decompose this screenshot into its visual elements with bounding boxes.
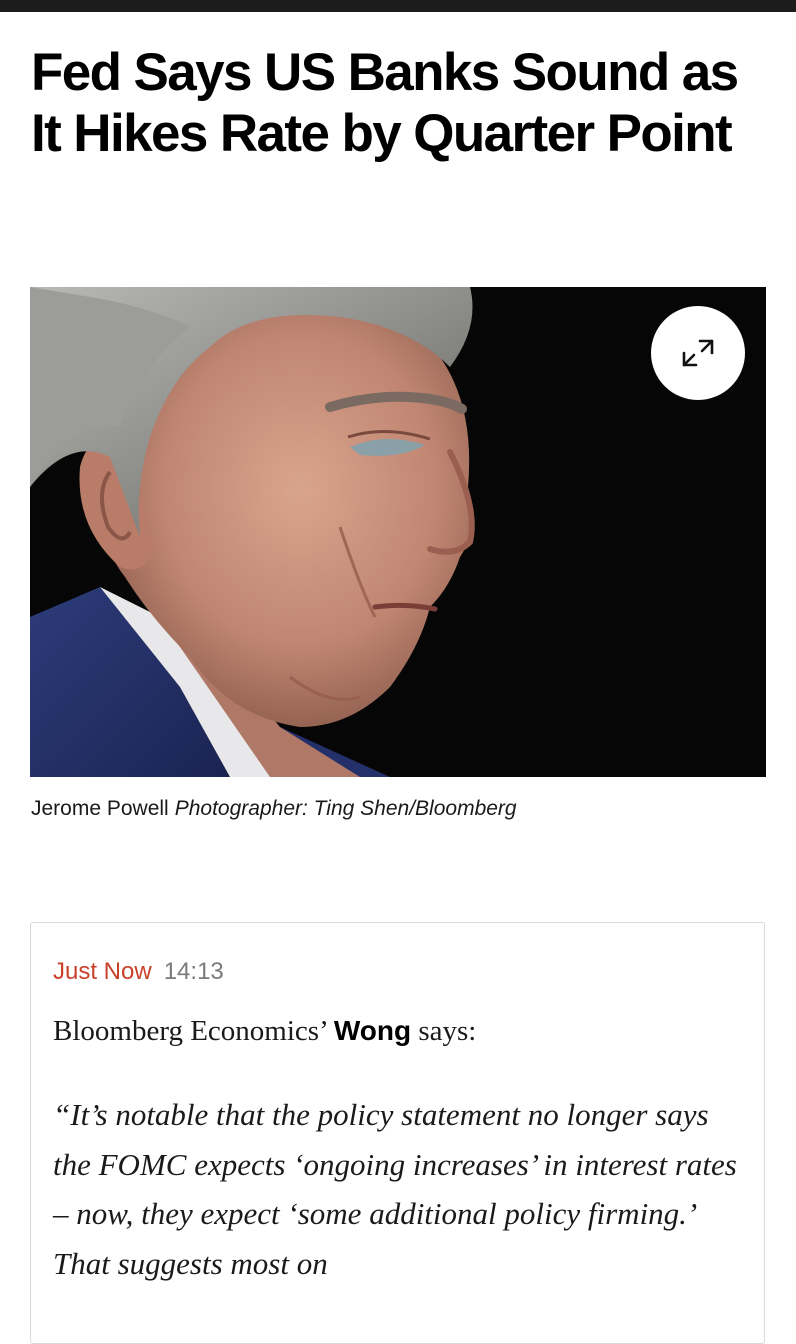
- caption-credit: Photographer: Ting Shen/Bloomberg: [174, 797, 517, 820]
- caption-subject: Jerome Powell: [31, 797, 169, 820]
- update-quote: “It’s notable that the policy statement …: [53, 1097, 737, 1281]
- expand-arrows-icon: [682, 339, 714, 367]
- article-headline: Fed Says US Banks Sound as It Hikes Rate…: [31, 43, 739, 163]
- update-byline: Bloomberg Economics’ Wong says:: [53, 1013, 476, 1049]
- byline-suffix: says:: [418, 1015, 477, 1047]
- live-update-card: Just Now 14:13 Bloomberg Economics’ Wong …: [30, 922, 765, 1344]
- just-now-label: Just Now: [53, 958, 152, 985]
- update-meta: Just Now 14:13: [53, 957, 224, 987]
- image-caption: Jerome Powell Photographer: Ting Shen/Blo…: [31, 796, 517, 822]
- byline-author[interactable]: Wong: [334, 1015, 411, 1046]
- expand-image-button[interactable]: [651, 306, 745, 400]
- status-bar: [0, 0, 796, 12]
- byline-prefix: Bloomberg Economics’: [53, 1015, 327, 1047]
- update-timestamp: 14:13: [163, 958, 224, 985]
